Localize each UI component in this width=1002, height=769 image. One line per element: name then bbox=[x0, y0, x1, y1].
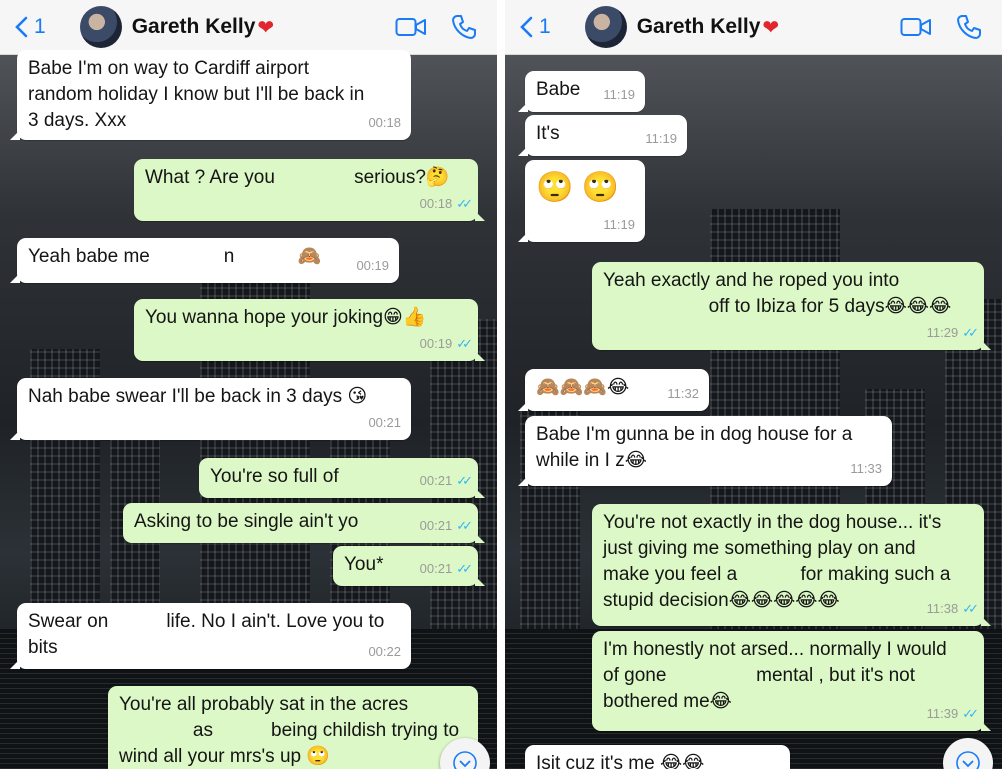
message-text: You're all probably sat in the acres as … bbox=[119, 694, 460, 767]
message-meta: 00:21 bbox=[368, 410, 401, 436]
message-meta: 11:29 ✓✓ bbox=[926, 320, 979, 346]
message-incoming[interactable]: 🙄 🙄 11:19 bbox=[518, 160, 645, 242]
panel-divider bbox=[497, 0, 505, 769]
message-text: I'm honestly not arsed... normally I wou… bbox=[603, 639, 947, 712]
message-incoming[interactable]: 🙈🙈🙈😂 11:32 bbox=[518, 369, 709, 411]
message-incoming[interactable]: Babe 11:19 bbox=[518, 71, 645, 112]
message-time: 11:19 bbox=[603, 217, 635, 232]
message-text: Nah babe swear I'll be back in 3 days 😘 bbox=[28, 386, 368, 407]
read-ticks-icon: ✓✓ bbox=[962, 601, 979, 616]
message-meta: 11:32 bbox=[667, 381, 699, 407]
message-meta: 11:19 bbox=[603, 212, 635, 238]
message-outgoing[interactable]: Yeah exactly and he roped you into off t… bbox=[592, 262, 991, 350]
message-meta: 00:19 bbox=[356, 253, 389, 279]
message-outgoing[interactable]: You're all probably sat in the acres as … bbox=[108, 686, 478, 769]
heart-emoji: ❤ bbox=[257, 16, 275, 39]
message-time: 00:21 bbox=[419, 561, 453, 576]
message-incoming[interactable]: It's 11:19 bbox=[518, 115, 687, 156]
message-incoming[interactable]: Isit cuz it's me 😂😂 bbox=[525, 745, 790, 769]
message-time: 11:39 bbox=[926, 706, 959, 721]
message-meta: 00:18 bbox=[368, 110, 401, 136]
message-text: Yeah exactly and he roped you into off t… bbox=[603, 270, 952, 317]
back-count: 1 bbox=[34, 15, 46, 38]
message-time: 11:32 bbox=[667, 386, 699, 401]
message-incoming[interactable]: Nah babe swear I'll be back in 3 days 😘 … bbox=[10, 378, 411, 440]
message-incoming[interactable]: Babe I'm gunna be in dog house for a whi… bbox=[518, 416, 892, 486]
message-text: You wanna hope your joking😁👍 bbox=[145, 307, 427, 328]
avatar[interactable] bbox=[584, 6, 627, 48]
back-button[interactable]: 1 bbox=[14, 15, 46, 39]
avatar[interactable] bbox=[79, 6, 122, 48]
read-ticks-icon: ✓✓ bbox=[962, 706, 979, 721]
message-outgoing[interactable]: You're not exactly in the dog house... i… bbox=[592, 504, 991, 626]
message-outgoing[interactable]: What ? Are you serious?🤔 00:18 ✓✓ bbox=[134, 159, 485, 221]
read-ticks-icon: ✓✓ bbox=[456, 336, 473, 351]
message-meta: 11:39 ✓✓ bbox=[926, 701, 979, 727]
scroll-down-icon bbox=[453, 751, 477, 769]
contact-name[interactable]: Gareth Kelly bbox=[637, 15, 761, 39]
message-meta: 00:22 bbox=[368, 639, 401, 665]
message-text: Swear on life. No I ain't. Love you to b… bbox=[28, 611, 385, 658]
chat-panel-right: 1 Gareth Kelly ❤ Babe 11:19 It's 11:19 🙄… bbox=[505, 0, 1002, 769]
message-meta: 00:21 ✓✓ bbox=[419, 513, 473, 539]
message-meta: 00:18 ✓✓ bbox=[419, 191, 473, 217]
message-outgoing[interactable]: You're so full of 00:21 ✓✓ bbox=[199, 458, 485, 498]
message-meta: 00:21 ✓✓ bbox=[419, 468, 473, 494]
message-time: 00:21 bbox=[368, 415, 401, 430]
message-text: Isit cuz it's me 😂😂 bbox=[536, 753, 705, 769]
heart-emoji: ❤ bbox=[762, 16, 780, 39]
back-button[interactable]: 1 bbox=[519, 15, 551, 39]
chevron-left-icon bbox=[15, 16, 28, 38]
scroll-down-icon bbox=[956, 751, 980, 769]
message-meta: 00:19 ✓✓ bbox=[419, 331, 473, 357]
message-time: 00:21 bbox=[419, 473, 453, 488]
message-outgoing[interactable]: You* 00:21 ✓✓ bbox=[333, 546, 485, 586]
message-meta: 00:21 ✓✓ bbox=[419, 556, 473, 582]
phone-icon[interactable] bbox=[956, 14, 982, 40]
back-count: 1 bbox=[539, 15, 551, 38]
message-meta: 11:19 bbox=[603, 82, 635, 108]
message-incoming[interactable]: Babe I'm on way to Cardiff airport rando… bbox=[10, 50, 411, 140]
message-text: You're not exactly in the dog house... i… bbox=[603, 512, 951, 611]
phone-icon[interactable] bbox=[451, 14, 477, 40]
chevron-left-icon bbox=[520, 16, 533, 38]
message-text: Babe I'm gunna be in dog house for a whi… bbox=[536, 424, 853, 471]
scroll-down-button[interactable] bbox=[943, 738, 993, 769]
message-time: 00:19 bbox=[419, 336, 453, 351]
message-time: 11:38 bbox=[926, 601, 959, 616]
read-ticks-icon: ✓✓ bbox=[456, 473, 473, 488]
message-text: 🙄 🙄 bbox=[536, 171, 620, 204]
read-ticks-icon: ✓✓ bbox=[962, 325, 979, 340]
message-text: Babe I'm on way to Cardiff airport rando… bbox=[28, 58, 365, 131]
message-time: 00:18 bbox=[368, 115, 401, 130]
read-ticks-icon: ✓✓ bbox=[456, 196, 473, 211]
message-outgoing[interactable]: I'm honestly not arsed... normally I wou… bbox=[592, 631, 991, 731]
message-meta: 11:19 bbox=[645, 126, 677, 152]
message-outgoing[interactable]: You wanna hope your joking😁👍 00:19 ✓✓ bbox=[134, 299, 485, 361]
message-meta: 11:33 bbox=[850, 456, 882, 482]
message-time: 00:21 bbox=[419, 518, 453, 533]
read-ticks-icon: ✓✓ bbox=[456, 561, 473, 576]
video-call-icon[interactable] bbox=[900, 16, 932, 38]
message-incoming[interactable]: Swear on life. No I ain't. Love you to b… bbox=[10, 603, 411, 669]
message-meta: 11:38 ✓✓ bbox=[926, 596, 979, 622]
message-time: 00:19 bbox=[356, 258, 389, 273]
message-time: 00:18 bbox=[419, 196, 453, 211]
message-text: Asking to be single ain't yo bbox=[134, 511, 359, 532]
message-time: 11:33 bbox=[850, 461, 882, 476]
chat-header: 1 Gareth Kelly ❤ bbox=[0, 0, 497, 55]
chat-header: 1 Gareth Kelly ❤ bbox=[505, 0, 1002, 55]
message-time: 00:22 bbox=[368, 644, 401, 659]
message-outgoing[interactable]: Asking to be single ain't yo 00:21 ✓✓ bbox=[123, 503, 485, 543]
message-text: Yeah babe me n 🙈 bbox=[28, 246, 322, 267]
contact-name[interactable]: Gareth Kelly bbox=[132, 15, 256, 39]
message-time: 11:29 bbox=[926, 325, 959, 340]
message-time: 11:19 bbox=[603, 87, 635, 102]
chat-panel-left: 1 Gareth Kelly ❤ Babe I'm on way to Card… bbox=[0, 0, 497, 769]
video-call-icon[interactable] bbox=[395, 16, 427, 38]
message-time: 11:19 bbox=[645, 131, 677, 146]
message-text: What ? Are you serious?🤔 bbox=[145, 167, 450, 188]
read-ticks-icon: ✓✓ bbox=[456, 518, 473, 533]
message-incoming[interactable]: Yeah babe me n 🙈 00:19 bbox=[10, 238, 399, 283]
